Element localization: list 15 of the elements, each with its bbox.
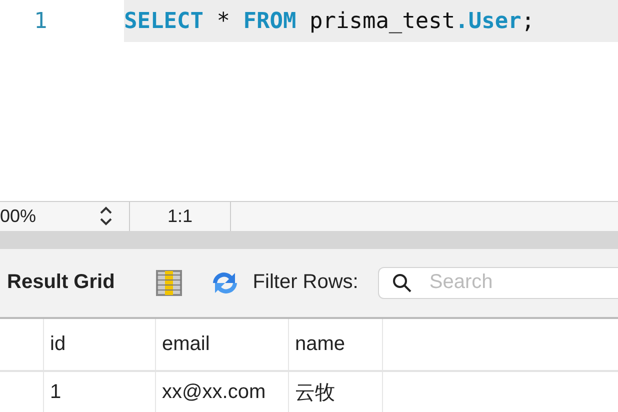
search-field[interactable]: Search	[378, 266, 618, 299]
table-cell: xx@xx.com	[156, 372, 289, 412]
column-header[interactable]: email	[156, 318, 289, 370]
zoom-level: 00%	[0, 206, 36, 227]
table-cell: 1	[44, 372, 156, 412]
table-cell: 云牧	[289, 372, 383, 412]
stepper-icon[interactable]	[99, 205, 113, 228]
filter-label: Filter Rows:	[252, 271, 358, 294]
grid-columns-icon[interactable]	[154, 268, 183, 297]
column-header[interactable]: name	[289, 318, 383, 370]
line-number: 1	[33, 8, 48, 34]
column-header[interactable]: id	[44, 318, 156, 370]
search-icon	[392, 272, 412, 293]
cursor-position: 1:1	[167, 206, 193, 227]
panel-title: Result Grid	[7, 271, 115, 294]
